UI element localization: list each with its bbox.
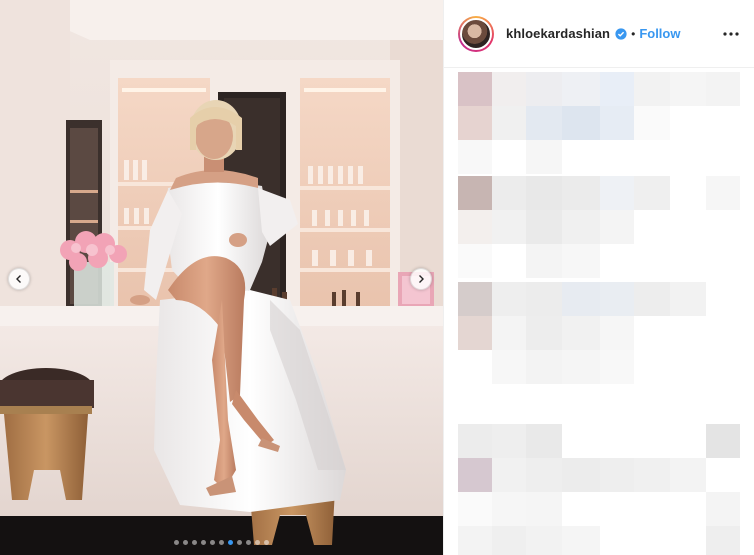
pixelated-block bbox=[492, 316, 526, 350]
pixelated-block bbox=[562, 176, 600, 210]
pixelated-block bbox=[458, 210, 492, 244]
pixelated-block bbox=[458, 282, 492, 316]
username-link[interactable]: khloekardashian bbox=[506, 26, 610, 41]
pixelated-block bbox=[562, 458, 600, 492]
separator-dot: • bbox=[631, 26, 636, 41]
pixelated-block bbox=[526, 282, 562, 316]
carousel-dot bbox=[183, 539, 188, 545]
pixelated-block bbox=[458, 140, 492, 174]
carousel-prev-button[interactable] bbox=[8, 268, 30, 290]
pixelated-block bbox=[634, 458, 670, 492]
pixelated-block bbox=[492, 106, 526, 140]
follow-button[interactable]: Follow bbox=[639, 26, 680, 41]
pixelated-block bbox=[458, 106, 492, 140]
pixelated-block bbox=[562, 282, 600, 316]
more-options-button[interactable] bbox=[722, 25, 740, 43]
pixelated-block bbox=[706, 492, 740, 526]
pixelated-block bbox=[562, 106, 600, 140]
post-photo[interactable] bbox=[0, 0, 443, 555]
carousel-dot bbox=[192, 539, 197, 545]
pixelated-block bbox=[458, 176, 492, 210]
pixelated-block bbox=[526, 244, 562, 278]
pixelated-block bbox=[458, 492, 492, 526]
pixelated-block bbox=[458, 244, 492, 278]
photo-scene bbox=[0, 0, 443, 555]
pixelated-block bbox=[634, 176, 670, 210]
pixelated-block bbox=[600, 210, 634, 244]
pixelated-block bbox=[492, 492, 526, 526]
pixelated-block bbox=[458, 458, 492, 492]
pixelated-block bbox=[526, 316, 562, 350]
pixelated-block bbox=[562, 210, 600, 244]
pixelated-block bbox=[458, 424, 492, 458]
chevron-left-icon bbox=[16, 275, 21, 283]
pixelated-block bbox=[526, 106, 562, 140]
pixelated-block bbox=[526, 140, 562, 174]
pixelated-block bbox=[562, 244, 600, 278]
pixelated-block bbox=[526, 176, 562, 210]
pixelated-block bbox=[670, 282, 706, 316]
carousel-dot bbox=[264, 539, 269, 545]
pixelated-block bbox=[706, 176, 740, 210]
avatar-image bbox=[460, 17, 492, 50]
pixelated-block bbox=[600, 350, 634, 384]
pixelated-block bbox=[562, 350, 600, 384]
carousel-dot bbox=[237, 539, 242, 545]
carousel-indicator bbox=[0, 538, 443, 546]
pixelated-block bbox=[492, 526, 526, 555]
pixelated-block bbox=[526, 526, 562, 555]
pixelated-block bbox=[492, 350, 526, 384]
pixelated-comments-area bbox=[444, 68, 754, 555]
carousel-dot bbox=[255, 539, 260, 545]
pixelated-block bbox=[492, 72, 526, 106]
pixelated-block bbox=[526, 492, 562, 526]
pixelated-block bbox=[492, 424, 526, 458]
pixelated-block bbox=[706, 424, 740, 458]
carousel-dot bbox=[228, 539, 233, 545]
pixelated-block bbox=[634, 282, 670, 316]
pixelated-block bbox=[600, 106, 634, 140]
pixelated-block bbox=[600, 458, 634, 492]
pixelated-block bbox=[600, 176, 634, 210]
pixelated-block bbox=[670, 72, 706, 106]
post-sidebar: khloekardashian • Follow bbox=[443, 0, 754, 555]
pixelated-block bbox=[634, 72, 670, 106]
carousel-dot bbox=[219, 539, 224, 545]
pixelated-block bbox=[492, 458, 526, 492]
pixelated-block bbox=[458, 316, 492, 350]
pixelated-block bbox=[492, 210, 526, 244]
pixelated-block bbox=[526, 458, 562, 492]
carousel-dot bbox=[210, 539, 215, 545]
more-options-icon bbox=[723, 31, 739, 36]
carousel-dot bbox=[201, 539, 206, 545]
post-header: khloekardashian • Follow bbox=[444, 0, 754, 68]
pixelated-block bbox=[634, 106, 670, 140]
pixelated-block bbox=[526, 210, 562, 244]
pixelated-block bbox=[600, 72, 634, 106]
profile-avatar[interactable] bbox=[458, 15, 494, 52]
pixelated-block bbox=[600, 316, 634, 350]
pixelated-block bbox=[706, 72, 740, 106]
pixelated-block bbox=[492, 282, 526, 316]
pixelated-block bbox=[562, 72, 600, 106]
carousel-next-button[interactable] bbox=[410, 268, 432, 290]
carousel-dot bbox=[246, 539, 251, 545]
verified-badge-icon bbox=[615, 27, 627, 40]
pixelated-block bbox=[526, 424, 562, 458]
pixelated-block bbox=[526, 72, 562, 106]
carousel-dot bbox=[174, 539, 179, 545]
pixelated-block bbox=[562, 526, 600, 555]
pixelated-block bbox=[670, 458, 706, 492]
pixelated-block bbox=[458, 526, 492, 555]
chevron-right-icon bbox=[419, 275, 424, 283]
pixelated-block bbox=[706, 526, 740, 555]
pixelated-block bbox=[526, 350, 562, 384]
pixelated-block bbox=[458, 72, 492, 106]
pixelated-block bbox=[492, 176, 526, 210]
pixelated-block bbox=[562, 316, 600, 350]
pixelated-block bbox=[600, 282, 634, 316]
